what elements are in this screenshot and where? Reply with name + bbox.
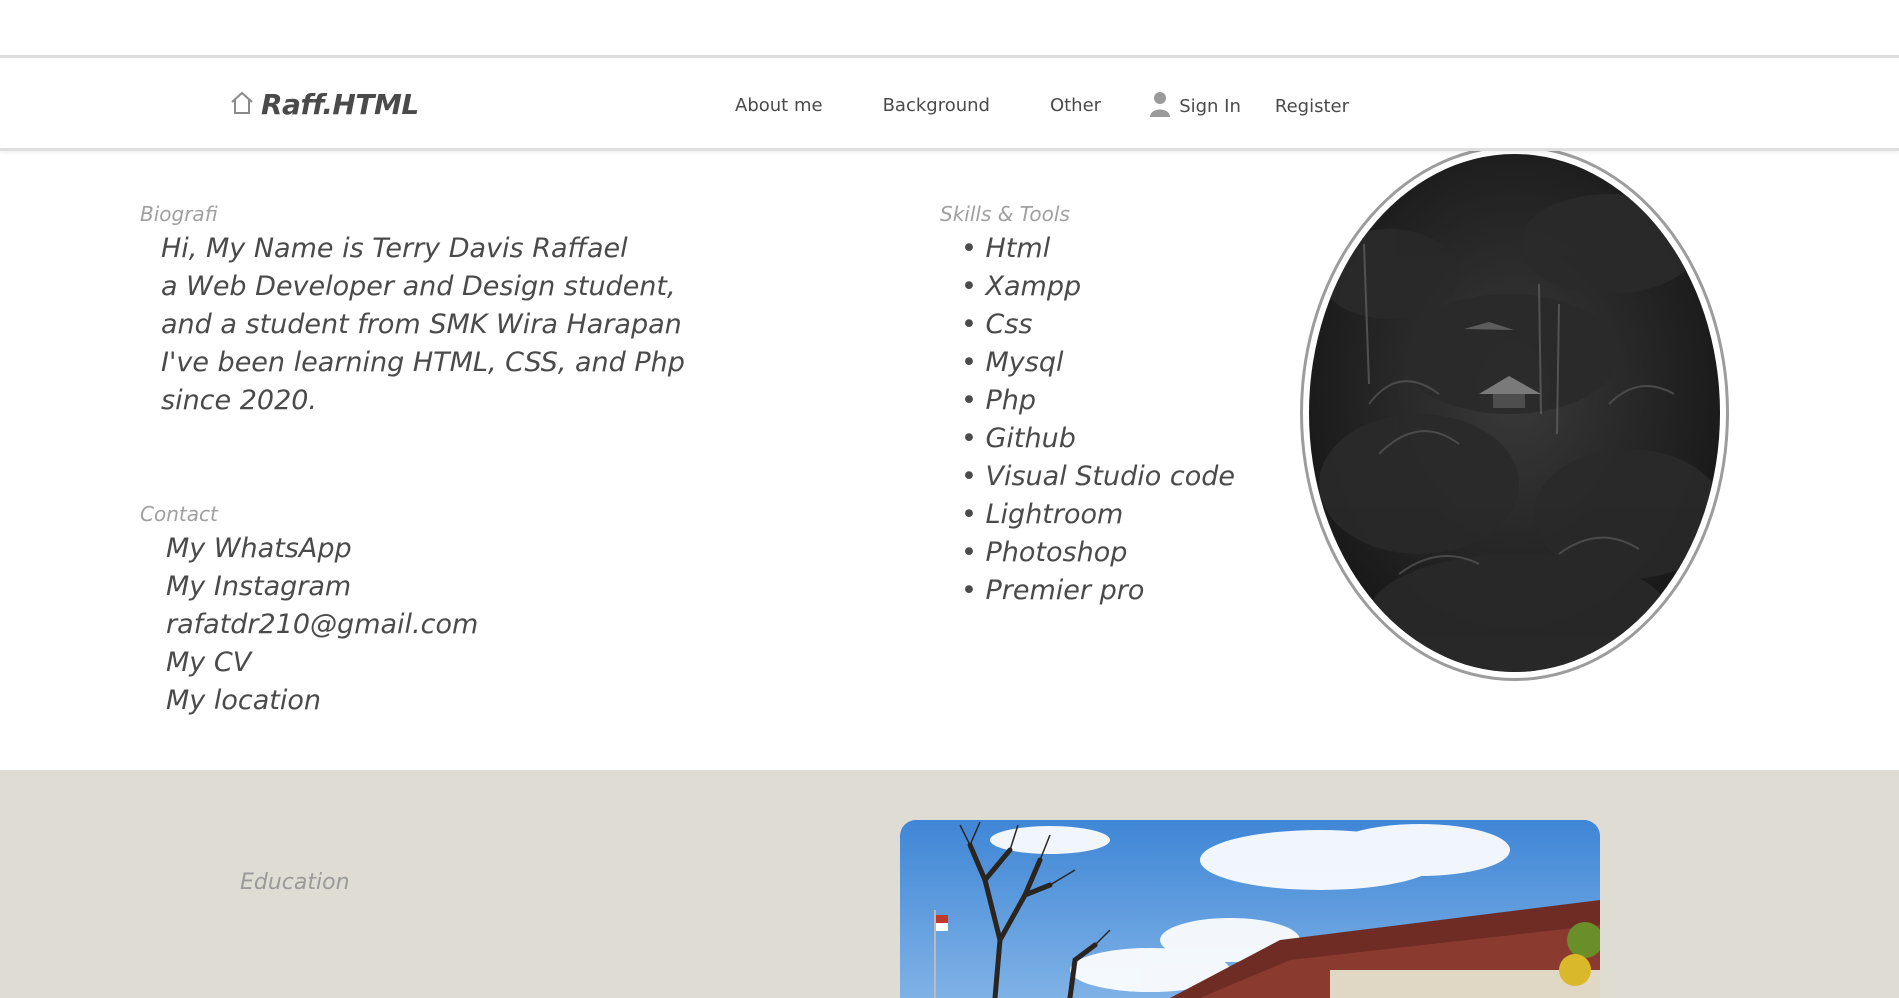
contact-cv-link[interactable]: My CV: [166, 644, 478, 682]
skill-item: • Mysql: [961, 347, 1064, 378]
skill-item: • Lightroom: [961, 499, 1124, 530]
skills-label: Skills & Tools: [940, 202, 1070, 226]
register-button[interactable]: Register: [1275, 96, 1349, 117]
sign-in-button[interactable]: Sign In: [1150, 91, 1241, 122]
bio-line: Hi, My Name is Terry Davis Raffael: [161, 233, 628, 264]
skill-item: • Photoshop: [961, 537, 1128, 568]
education-label: Education: [240, 870, 350, 895]
biografi-label: Biografi: [140, 202, 218, 226]
nav-link-background[interactable]: Background: [883, 95, 990, 116]
bio-line: a Web Developer and Design student,: [161, 271, 676, 302]
bio-line: I've been learning HTML, CSS, and Php: [161, 347, 685, 378]
skill-item: • Php: [961, 385, 1037, 416]
bio-line: since 2020.: [161, 385, 318, 416]
top-spacer: [0, 0, 1899, 55]
skill-item: • Github: [961, 423, 1076, 454]
nav-link-other[interactable]: Other: [1050, 95, 1101, 116]
brand-link[interactable]: Raff.HTML: [229, 88, 419, 121]
nav-links: About me Background Other: [735, 95, 1101, 116]
skill-item: • Visual Studio code: [961, 461, 1235, 492]
skill-item: • Xampp: [961, 271, 1082, 302]
school-photo: [900, 820, 1600, 998]
contact-instagram-link[interactable]: My Instagram: [166, 568, 478, 606]
profile-photo: [1300, 145, 1729, 681]
skill-item: • Premier pro: [961, 575, 1145, 606]
contact-label: Contact: [140, 502, 218, 526]
nav-link-about-me[interactable]: About me: [735, 95, 823, 116]
home-icon: [229, 90, 255, 120]
navbar: Raff.HTML About me Background Other Sign…: [0, 55, 1899, 151]
contact-location-link[interactable]: My location: [166, 682, 478, 720]
contact-email-link[interactable]: rafatdr210@gmail.com: [166, 606, 478, 644]
brand-name: Raff.HTML: [261, 88, 419, 121]
bio-line: and a student from SMK Wira Harapan: [161, 309, 682, 340]
skills-list: • Html • Xampp • Css • Mysql • Php • Git…: [961, 230, 1235, 610]
auth-links: Sign In Register: [1150, 91, 1349, 122]
contact-whatsapp-link[interactable]: My WhatsApp: [166, 530, 478, 568]
biografi-text: Hi, My Name is Terry Davis Raffael a Web…: [161, 230, 685, 420]
contact-list: My WhatsApp My Instagram rafatdr210@gmai…: [166, 530, 478, 720]
sign-in-label: Sign In: [1179, 96, 1241, 117]
user-icon: [1150, 91, 1171, 122]
skill-item: • Html: [961, 233, 1051, 264]
education-section: Education: [0, 770, 1899, 998]
skill-item: • Css: [961, 309, 1033, 340]
